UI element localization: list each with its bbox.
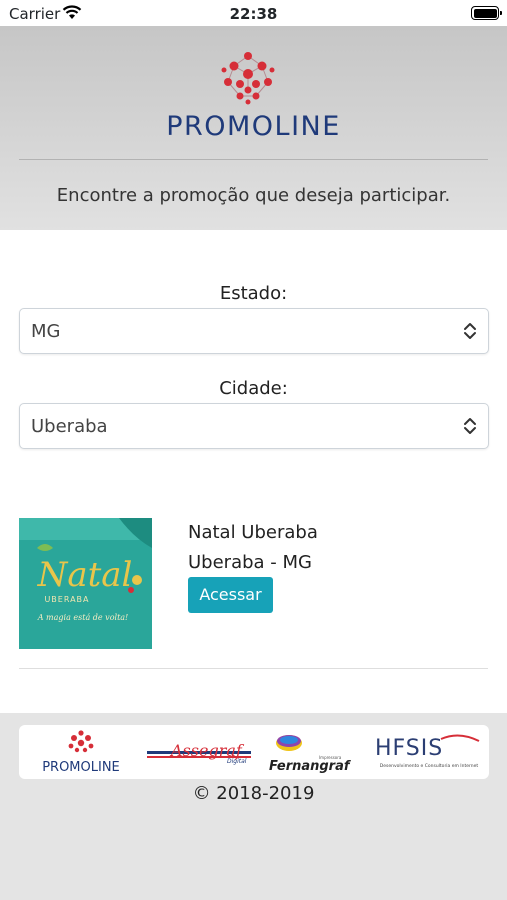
footer: PROMOLINE Assegraf Digital Impressora Fe… bbox=[0, 713, 507, 900]
hfsis-sponsor-logo: HFSIS Desenvolvimento e Consultoria em I… bbox=[375, 734, 480, 769]
promotion-location: Uberaba - MG bbox=[188, 552, 312, 573]
estado-select[interactable]: MG bbox=[19, 308, 489, 354]
assegraf-sponsor-logo: Assegraf Digital bbox=[147, 741, 251, 765]
clock: 22:38 bbox=[229, 5, 278, 23]
chevron-updown-icon bbox=[463, 417, 477, 439]
battery-icon bbox=[471, 6, 502, 20]
fernangraf-sponsor-logo: Impressora Fernangraf bbox=[269, 735, 352, 774]
assegraf-sponsor-badge: Digital bbox=[227, 758, 247, 765]
sponsor-logos: PROMOLINE Assegraf Digital Impressora Fe… bbox=[19, 725, 489, 779]
fernangraf-sponsor-name: Fernangraf bbox=[269, 759, 352, 774]
estado-select-value: MG bbox=[31, 321, 61, 342]
header-divider bbox=[19, 159, 488, 160]
promotion-image-title: Natal bbox=[37, 555, 133, 595]
promotion-image-tagline: A magia está de volta! bbox=[37, 613, 129, 622]
hfsis-sponsor-name: HFSIS bbox=[375, 736, 443, 761]
cidade-select[interactable]: Uberaba bbox=[19, 403, 489, 449]
promoline-logo-icon bbox=[218, 50, 278, 110]
chevron-updown-icon bbox=[463, 322, 477, 344]
header: PROMOLINE Encontre a promoção que deseja… bbox=[0, 26, 507, 230]
acessar-button[interactable]: Acessar bbox=[188, 577, 273, 613]
cidade-label: Cidade: bbox=[219, 378, 288, 399]
promoline-sponsor-logo: PROMOLINE bbox=[42, 730, 120, 775]
cidade-select-value: Uberaba bbox=[31, 416, 108, 437]
estado-label: Estado: bbox=[219, 283, 288, 304]
promotion-image[interactable]: Natal UBERABA A magia está de volta! bbox=[19, 518, 152, 649]
promotion-divider bbox=[19, 668, 488, 669]
page-tagline: Encontre a promoção que deseja participa… bbox=[56, 185, 451, 206]
promotion-image-subtitle: UBERABA bbox=[44, 595, 89, 604]
promoline-sponsor-name: PROMOLINE bbox=[42, 760, 120, 775]
promotion-title: Natal Uberaba bbox=[188, 522, 318, 543]
hfsis-sponsor-small: Desenvolvimento e Consultoria em Interne… bbox=[380, 763, 479, 769]
status-bar: Carrier 22:38 bbox=[0, 0, 507, 26]
copyright: © 2018-2019 bbox=[192, 783, 315, 804]
promoline-wordmark: PROMOLINE bbox=[166, 111, 341, 142]
